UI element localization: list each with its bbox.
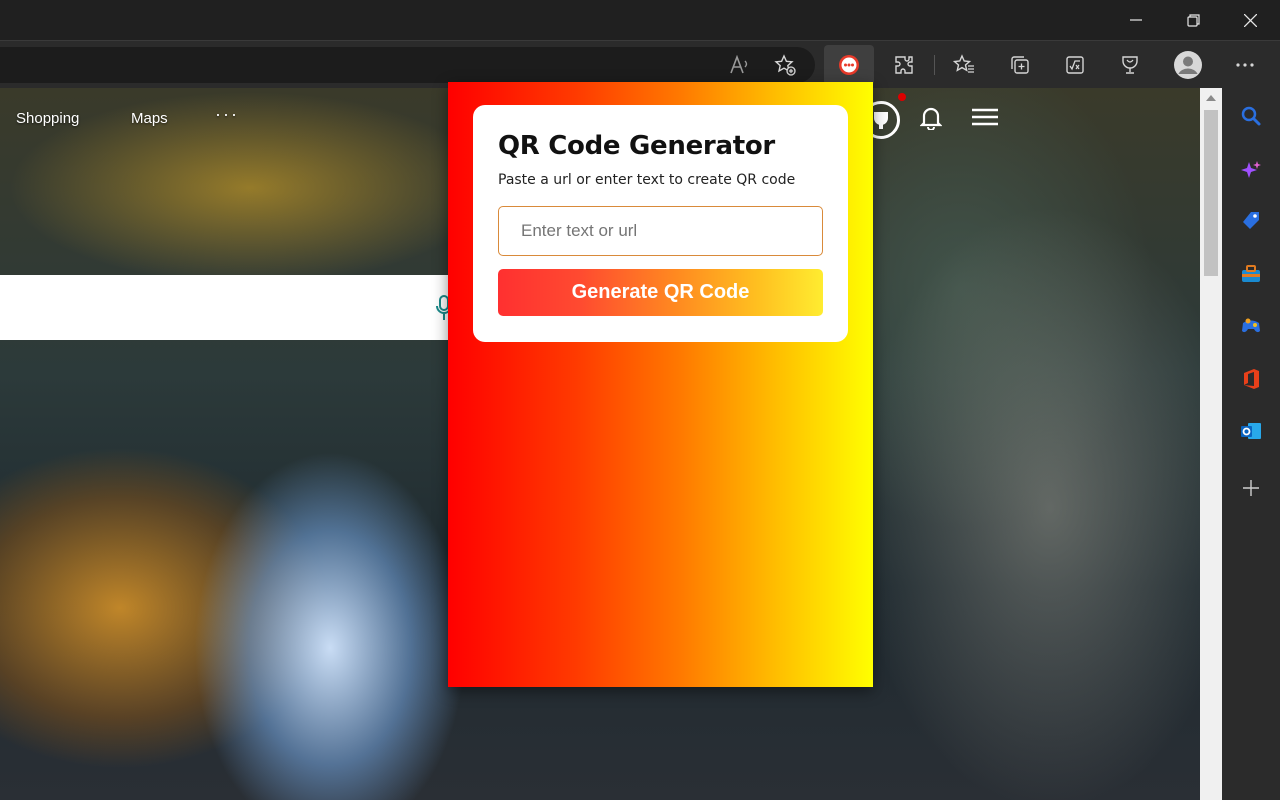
nav-link-maps[interactable]: Maps <box>131 110 168 127</box>
add-icon <box>1243 480 1259 496</box>
qr-generator-card: QR Code Generator Paste a url or enter t… <box>473 105 848 342</box>
edge-sidebar <box>1222 88 1280 800</box>
scroll-up-button[interactable] <box>1200 88 1222 108</box>
sidebar-outlook-button[interactable] <box>1235 415 1267 447</box>
qr-extension-icon <box>839 55 859 75</box>
minimize-icon <box>1130 19 1142 21</box>
page-scrollbar[interactable] <box>1200 88 1222 800</box>
tools-icon <box>1242 265 1260 282</box>
address-bar[interactable] <box>0 47 815 83</box>
shopping-icon <box>1243 212 1259 229</box>
sidebar-add-button[interactable] <box>1235 472 1267 504</box>
math-solver-icon <box>1066 56 1084 74</box>
rewards-icon <box>874 112 888 129</box>
favorites-icon <box>953 54 974 73</box>
extensions-icon <box>895 56 913 74</box>
add-favorite-icon <box>774 54 796 76</box>
restore-button[interactable] <box>1165 0 1221 40</box>
qr-text-input[interactable] <box>498 206 823 256</box>
read-aloud-icon <box>730 55 748 74</box>
browser-essentials-button[interactable] <box>1110 45 1150 85</box>
sidebar-shopping-button[interactable] <box>1235 205 1267 237</box>
collections-icon <box>1011 56 1029 74</box>
copilot-icon <box>1241 161 1261 178</box>
search-box[interactable] <box>0 275 470 340</box>
close-button[interactable] <box>1222 0 1278 40</box>
scroll-thumb[interactable] <box>1204 110 1218 276</box>
browser-toolbar <box>0 40 1280 88</box>
close-icon <box>1243 13 1257 27</box>
read-aloud-button[interactable] <box>720 45 760 85</box>
add-favorite-button[interactable] <box>765 45 805 85</box>
title-bar <box>0 0 1280 40</box>
nav-more-link[interactable]: ··· <box>215 104 239 125</box>
extensions-button[interactable] <box>884 45 924 85</box>
notification-dot <box>898 93 906 101</box>
scroll-up-arrow-icon <box>1206 95 1216 101</box>
sidebar-games-button[interactable] <box>1235 310 1267 342</box>
games-icon <box>1242 318 1260 333</box>
profile-icon <box>1174 51 1202 79</box>
sidebar-tools-button[interactable] <box>1235 258 1267 290</box>
nav-link-shopping[interactable]: Shopping <box>16 110 79 127</box>
profile-button[interactable] <box>1168 45 1208 85</box>
generate-qr-button[interactable]: Generate QR Code <box>498 269 823 316</box>
notifications-bell-icon[interactable] <box>920 106 942 130</box>
popup-title: QR Code Generator <box>498 131 775 161</box>
browser-essentials-icon <box>1122 56 1138 74</box>
sidebar-office-button[interactable] <box>1235 363 1267 395</box>
outlook-icon <box>1241 423 1261 439</box>
more-button[interactable] <box>1225 45 1265 85</box>
more-icon <box>1236 63 1254 67</box>
toolbar-separator <box>934 55 935 75</box>
sidebar-search-button[interactable] <box>1235 100 1267 132</box>
favorites-button[interactable] <box>944 45 984 85</box>
office-icon <box>1244 369 1259 389</box>
restore-icon <box>1186 13 1200 27</box>
math-solver-button[interactable] <box>1055 45 1095 85</box>
qr-generator-popup: QR Code Generator Paste a url or enter t… <box>448 82 873 687</box>
menu-hamburger-icon[interactable] <box>972 108 998 126</box>
collections-button[interactable] <box>1000 45 1040 85</box>
minimize-button[interactable] <box>1108 0 1164 40</box>
popup-subtitle: Paste a url or enter text to create QR c… <box>498 172 796 188</box>
sidebar-copilot-button[interactable] <box>1235 155 1267 187</box>
search-icon <box>1241 106 1261 126</box>
qr-extension-button[interactable] <box>824 45 874 85</box>
